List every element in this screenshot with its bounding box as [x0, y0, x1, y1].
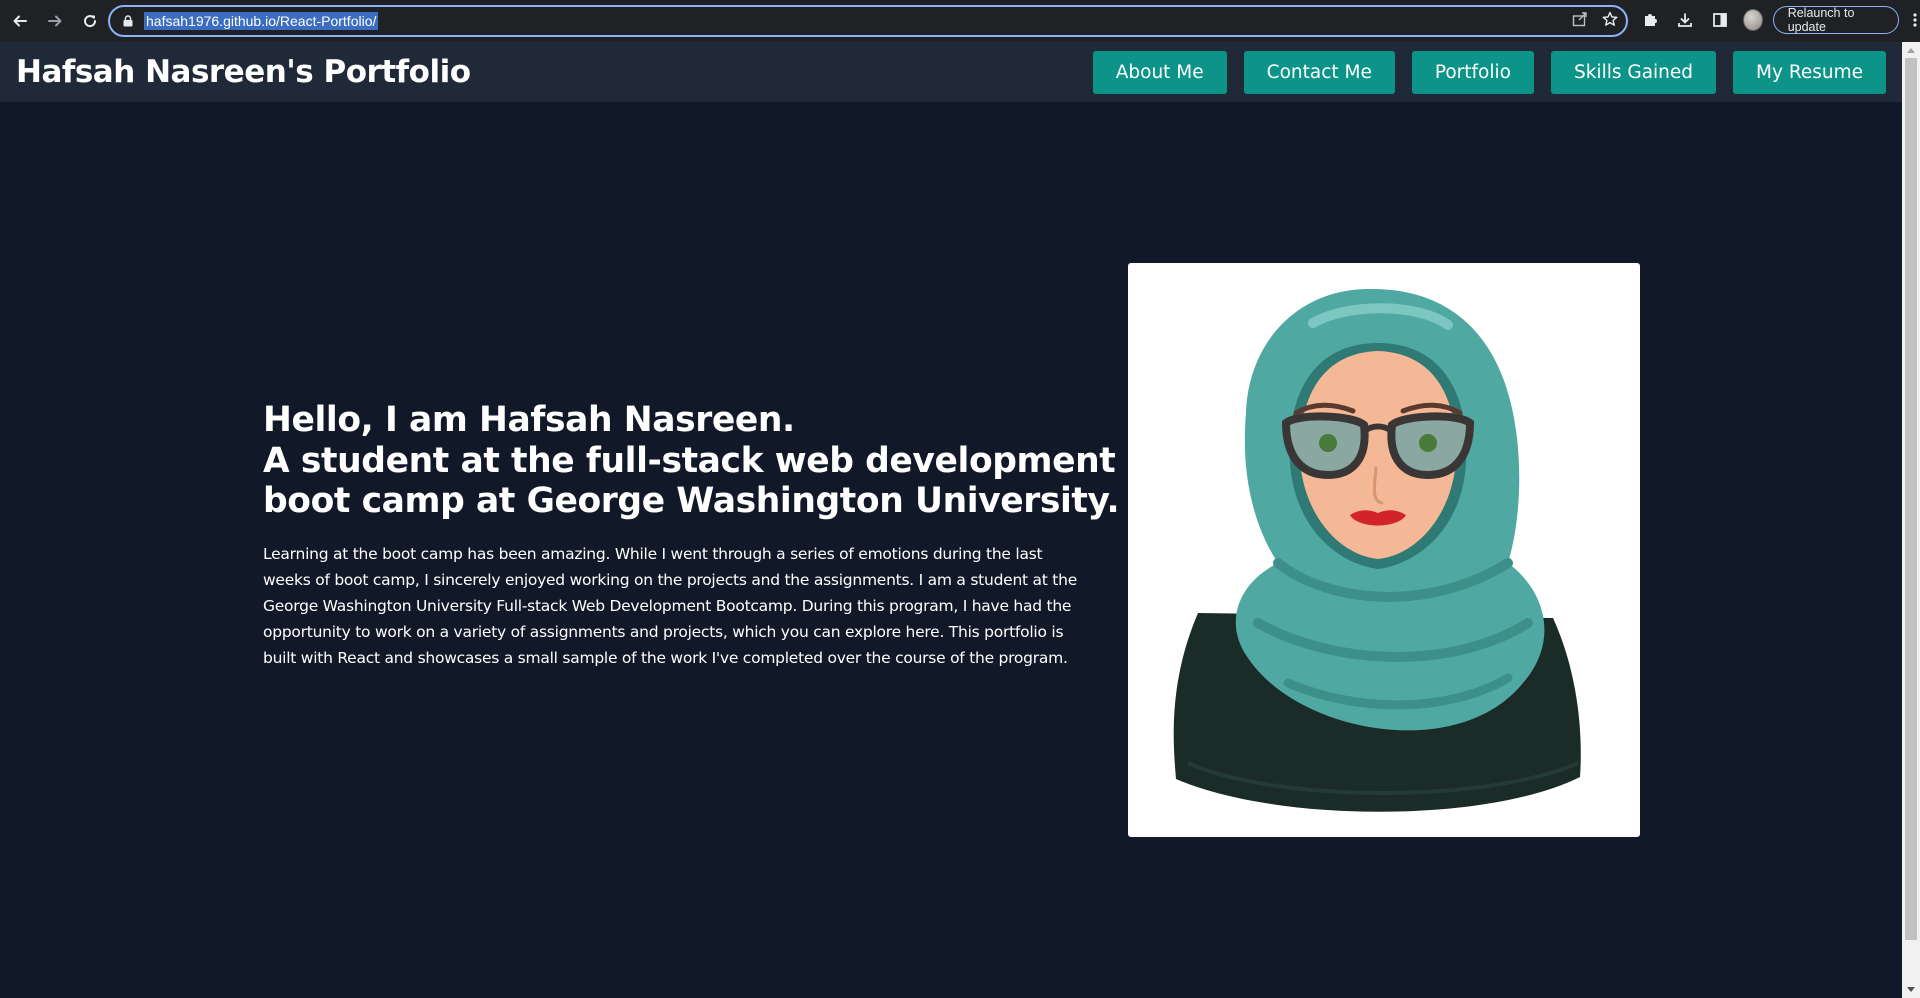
scroll-up-icon[interactable] — [1907, 48, 1915, 53]
portrait-illustration — [1173, 288, 1581, 812]
nav-about-me[interactable]: About Me — [1092, 51, 1227, 94]
lock-icon[interactable] — [121, 13, 135, 29]
address-bar[interactable]: hafsah1976.github.io/React-Portfolio/ — [108, 5, 1628, 37]
relaunch-button[interactable]: Relaunch to update — [1772, 6, 1900, 34]
headline-line: boot camp at George Washington Universit… — [263, 481, 1120, 521]
bio-paragraph: Learning at the boot camp has been amazi… — [263, 541, 1077, 671]
nav-skills-gained[interactable]: Skills Gained — [1550, 51, 1717, 94]
url-text[interactable]: hafsah1976.github.io/React-Portfolio/ — [144, 12, 379, 30]
forward-button[interactable] — [40, 6, 70, 36]
page-scrollbar[interactable] — [1902, 42, 1920, 998]
profile-portrait — [1128, 263, 1640, 837]
arrow-left-icon — [13, 15, 27, 27]
profile-avatar[interactable] — [1742, 9, 1763, 31]
arrow-right-icon — [48, 15, 62, 27]
browser-toolbar: hafsah1976.github.io/React-Portfolio/ Re… — [0, 0, 1920, 42]
reload-button[interactable] — [75, 6, 105, 36]
bio-line: weeks of boot camp, I sincerely enjoyed … — [263, 570, 1077, 589]
nav-portfolio[interactable]: Portfolio — [1411, 51, 1534, 94]
bio-line: built with React and showcases a small s… — [263, 648, 1068, 667]
headline-line: Hello, I am Hafsah Nasreen. — [263, 400, 795, 440]
nav-contact-me[interactable]: Contact Me — [1243, 51, 1395, 94]
back-button[interactable] — [5, 6, 35, 36]
scroll-thumb[interactable] — [1905, 58, 1917, 940]
bio-line: opportunity to work on a variety of assi… — [263, 622, 1064, 641]
star-icon[interactable] — [1602, 11, 1618, 32]
main-nav: About Me Contact Me Portfolio Skills Gai… — [1092, 51, 1886, 94]
intro-headline: Hello, I am Hafsah Nasreen. A student at… — [263, 400, 1120, 522]
headline-line: A student at the full-stack web developm… — [263, 440, 1116, 481]
bio-line: George Washington University Full-stack … — [263, 596, 1072, 615]
nav-my-resume[interactable]: My Resume — [1733, 51, 1886, 94]
bio-line: Learning at the boot camp has been amazi… — [263, 544, 1043, 563]
download-icon[interactable] — [1673, 6, 1698, 34]
reload-icon — [84, 15, 97, 28]
site-title: Hafsah Nasreen's Portfolio — [16, 54, 471, 90]
share-icon[interactable] — [1572, 11, 1588, 32]
scroll-down-icon[interactable] — [1907, 987, 1915, 992]
side-panel-icon[interactable] — [1708, 6, 1733, 34]
site-header: Hafsah Nasreen's Portfolio About Me Cont… — [0, 42, 1902, 102]
puzzle-icon[interactable] — [1638, 6, 1663, 34]
kebab-menu-icon[interactable] — [1909, 6, 1920, 34]
about-section: Hello, I am Hafsah Nasreen. A student at… — [263, 400, 1120, 686]
